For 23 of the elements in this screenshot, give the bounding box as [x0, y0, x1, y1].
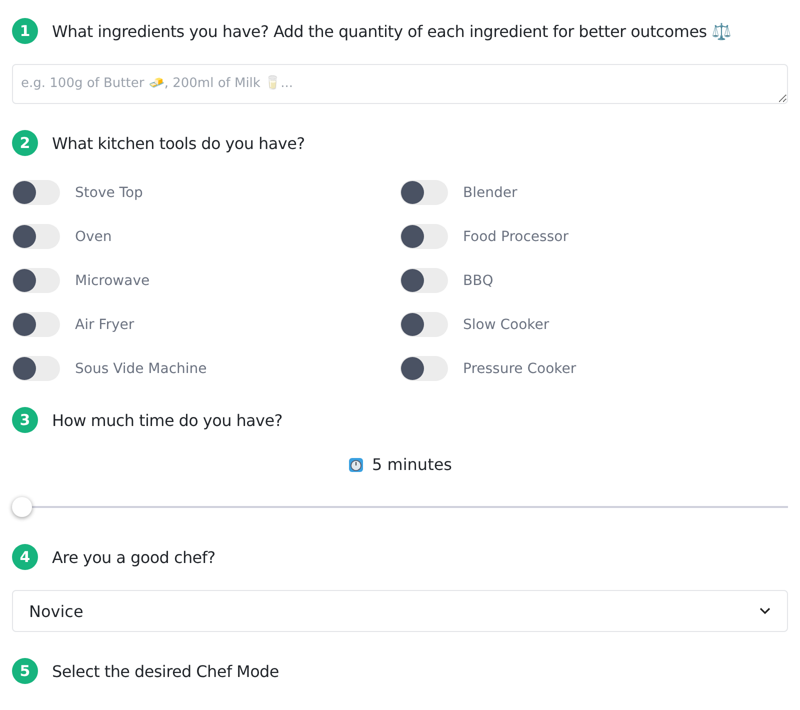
- tool-label: Slow Cooker: [463, 316, 550, 332]
- tool-label: BBQ: [463, 272, 494, 288]
- step-number: 2: [12, 130, 38, 156]
- tool-label: Microwave: [75, 272, 150, 288]
- step-title: Are you a good chef?: [52, 548, 216, 566]
- tool-label: Sous Vide Machine: [75, 360, 207, 376]
- step-title: How much time do you have?: [52, 410, 282, 430]
- tool-label: Oven: [75, 228, 112, 244]
- tool-label: Pressure Cooker: [463, 360, 576, 376]
- tool-label: Blender: [463, 184, 518, 200]
- tool-label: Food Processor: [463, 228, 568, 244]
- step-number: 5: [12, 658, 38, 684]
- skill-select[interactable]: Novice: [12, 590, 788, 632]
- ingredients-field[interactable]: e.g. 100g of Butter 🧈, 200ml of Milk 🥛...: [12, 64, 788, 104]
- tool-label: Stove Top: [75, 184, 143, 200]
- step-title: What ingredients you have? Add the quantity of each ingredient for better outcomes ⚖: [52, 22, 732, 40]
- step-title: Select the desired Chef Mode: [52, 662, 279, 680]
- tool-label: Air Fryer: [75, 316, 134, 332]
- time-value: 5 minutes: [372, 455, 452, 474]
- step-number: 3: [12, 407, 38, 433]
- step-title: What kitchen tools do you have?: [52, 134, 305, 152]
- step-number: 4: [12, 544, 38, 570]
- step-number: 1: [12, 18, 38, 44]
